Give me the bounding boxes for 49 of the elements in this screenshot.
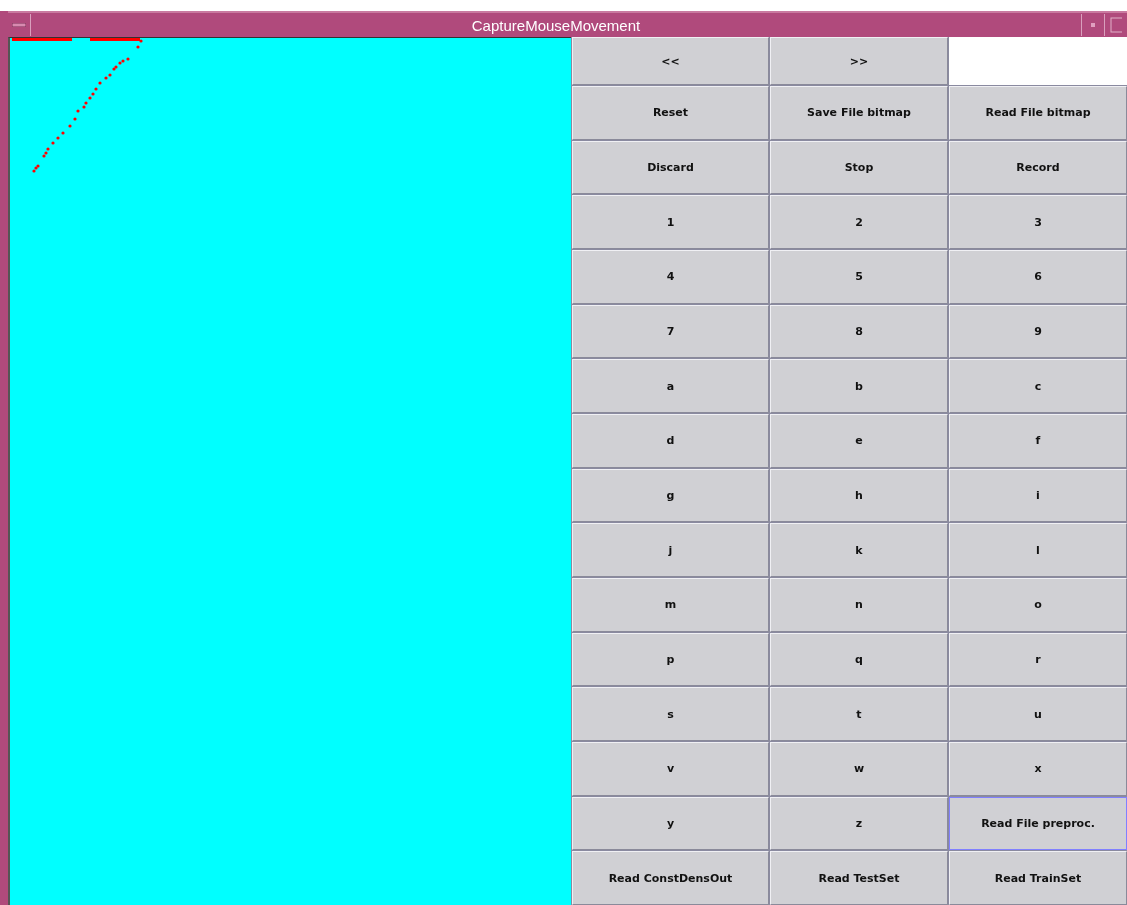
key-button[interactable]: h [770, 468, 948, 523]
key-button[interactable]: 4 [572, 250, 769, 304]
key-button[interactable]: e [770, 414, 948, 468]
key-button[interactable]: z [770, 796, 948, 851]
key-button[interactable]: y [572, 796, 769, 851]
input-field[interactable] [949, 37, 1127, 85]
key-button[interactable]: 9 [949, 304, 1127, 359]
key-button[interactable]: Record [949, 140, 1127, 195]
key-button[interactable]: s [572, 687, 769, 741]
key-button[interactable]: i [949, 468, 1127, 523]
key-button[interactable]: j [572, 523, 769, 577]
key-button[interactable]: l [949, 523, 1127, 577]
key-button[interactable]: Read TestSet [770, 851, 948, 905]
key-button[interactable]: 6 [949, 250, 1127, 304]
key-button[interactable]: w [770, 742, 948, 796]
key-button[interactable]: Stop [770, 140, 948, 195]
key-button[interactable]: x [949, 742, 1127, 796]
key-button[interactable]: 3 [949, 195, 1127, 249]
key-button[interactable]: d [572, 414, 769, 468]
key-button[interactable]: o [949, 578, 1127, 632]
key-button[interactable]: k [770, 523, 948, 577]
key-button[interactable]: Read ConstDensOut [572, 851, 769, 905]
key-button[interactable]: 1 [572, 195, 769, 249]
key-button[interactable]: p [572, 632, 769, 687]
key-button[interactable]: b [770, 359, 948, 413]
key-button[interactable]: 8 [770, 304, 948, 359]
key-button[interactable]: f [949, 414, 1127, 468]
key-button[interactable]: Discard [572, 140, 769, 195]
key-button[interactable]: Read File bitmap [949, 86, 1127, 140]
key-button[interactable]: Read File preproc. [949, 796, 1127, 851]
key-button[interactable]: t [770, 687, 948, 741]
key-button[interactable]: 7 [572, 304, 769, 359]
key-button[interactable]: << [572, 37, 769, 85]
key-button[interactable]: >> [770, 37, 948, 85]
key-button[interactable]: Read TrainSet [949, 851, 1127, 905]
key-button[interactable]: r [949, 632, 1127, 687]
key-button[interactable]: Save File bitmap [770, 86, 948, 140]
key-button[interactable]: v [572, 742, 769, 796]
key-button[interactable]: n [770, 578, 948, 632]
window-title: CaptureMouseMovement [470, 16, 642, 34]
key-button[interactable]: 2 [770, 195, 948, 249]
key-button[interactable]: a [572, 359, 769, 413]
key-button[interactable]: g [572, 468, 769, 523]
key-button[interactable]: u [949, 687, 1127, 741]
key-button[interactable]: m [572, 578, 769, 632]
key-button[interactable]: c [949, 359, 1127, 413]
key-button[interactable]: 5 [770, 250, 948, 304]
key-button[interactable]: Reset [572, 86, 769, 140]
key-button[interactable]: q [770, 632, 948, 687]
